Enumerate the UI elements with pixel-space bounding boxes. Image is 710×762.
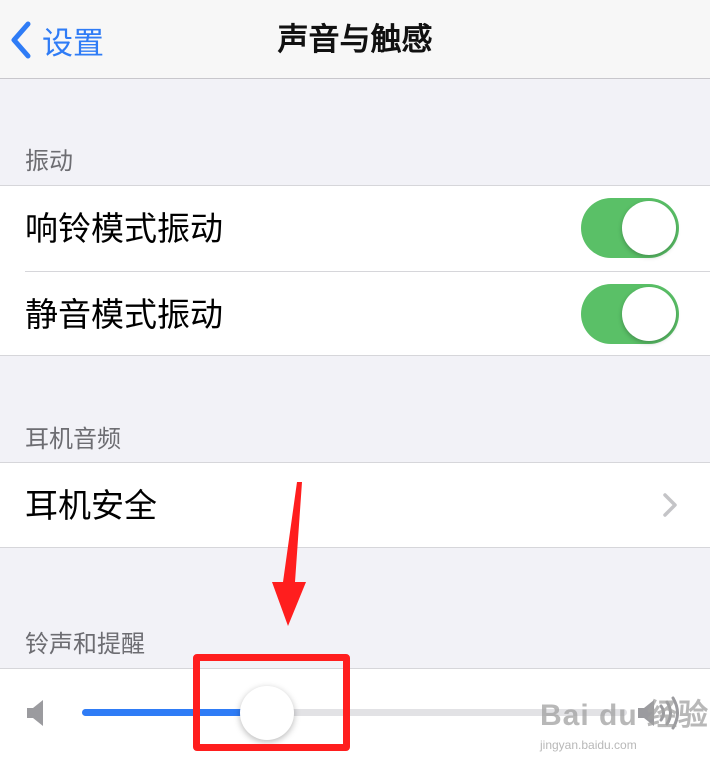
vibration-group: 响铃模式振动 静音模式振动: [0, 185, 710, 356]
silent-vibration-label: 静音模式振动: [25, 295, 223, 334]
toggle-knob: [622, 201, 676, 255]
silent-vibration-row: 静音模式振动: [0, 272, 710, 357]
watermark: Bai du 经验 jingyan.baidu.com: [540, 690, 709, 752]
navigation-bar: 设置 声音与触感: [0, 0, 710, 79]
annotation-highlight-box: [193, 654, 350, 751]
watermark-url: jingyan.baidu.com: [540, 738, 637, 752]
ring-vibration-label: 响铃模式振动: [25, 209, 223, 248]
silent-vibration-toggle[interactable]: [581, 284, 679, 344]
chevron-right-icon: [663, 493, 677, 517]
section-header-vibration: 振动: [25, 147, 73, 175]
page-title: 声音与触感: [277, 22, 433, 58]
headphone-safety-label: 耳机安全: [25, 486, 157, 525]
section-header-ringer-alerts: 铃声和提醒: [25, 630, 145, 658]
section-header-headphone-audio: 耳机音频: [25, 425, 121, 453]
watermark-logo-text: Bai du 经验: [540, 699, 710, 732]
ring-vibration-row: 响铃模式振动: [0, 186, 710, 271]
speaker-low-icon: [27, 700, 43, 726]
toggle-knob: [622, 287, 676, 341]
annotation-arrow-icon: [272, 482, 306, 626]
headphone-safety-row[interactable]: 耳机安全: [0, 463, 710, 548]
ring-vibration-toggle[interactable]: [581, 198, 679, 258]
headphone-audio-group: 耳机安全: [0, 462, 710, 548]
